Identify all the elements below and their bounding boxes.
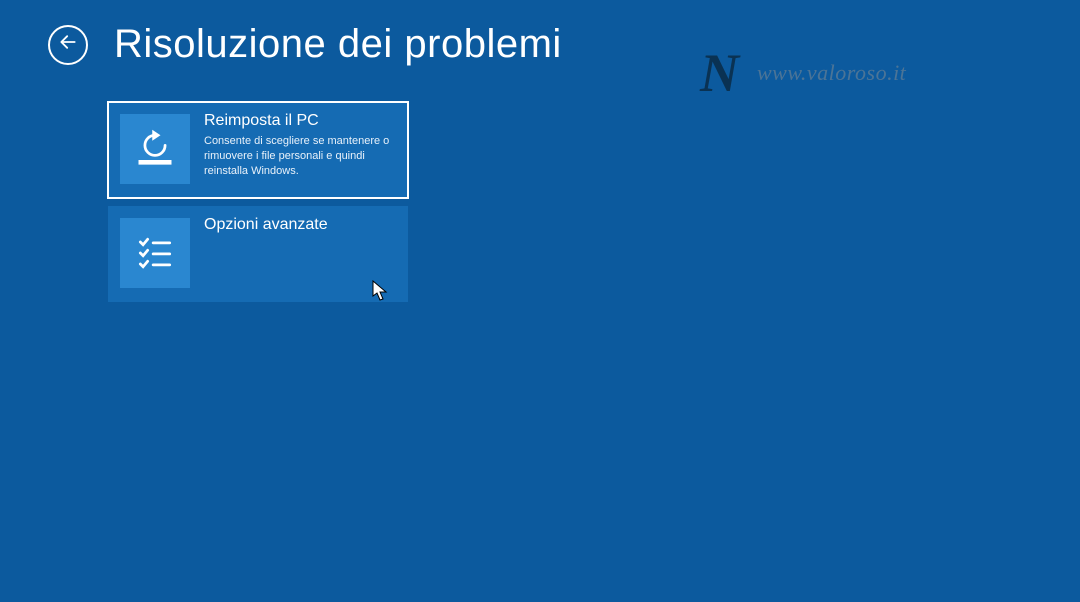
- watermark-url: www.valoroso.it: [757, 60, 906, 86]
- header: Risoluzione dei problemi: [48, 22, 562, 67]
- tile-text: Reimposta il PC Consente di scegliere se…: [190, 102, 408, 179]
- back-button[interactable]: [48, 25, 88, 65]
- tile-reset-pc[interactable]: Reimposta il PC Consente di scegliere se…: [108, 102, 408, 198]
- tile-text: Opzioni avanzate: [190, 206, 408, 238]
- tile-title: Reimposta il PC: [204, 112, 396, 130]
- advanced-options-icon: [120, 218, 190, 288]
- tile-list: Reimposta il PC Consente di scegliere se…: [108, 102, 408, 302]
- page-title: Risoluzione dei problemi: [114, 22, 562, 67]
- back-arrow-icon: [58, 32, 78, 57]
- reset-pc-icon: [120, 114, 190, 184]
- tile-advanced-options[interactable]: Opzioni avanzate: [108, 206, 408, 302]
- watermark-logo: N: [700, 46, 739, 100]
- tile-title: Opzioni avanzate: [204, 216, 396, 234]
- tile-description: Consente di scegliere se mantenere o rim…: [204, 134, 396, 179]
- watermark: N www.valoroso.it: [700, 46, 906, 100]
